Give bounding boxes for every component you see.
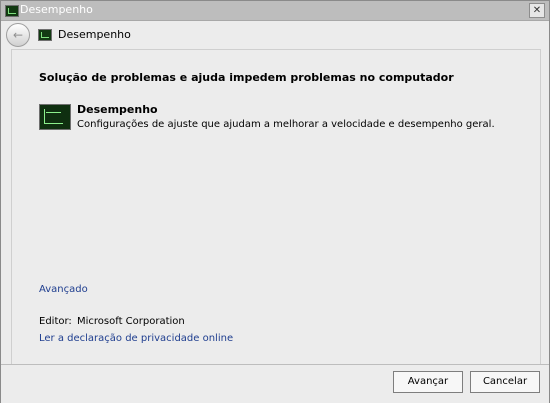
performance-icon (5, 5, 19, 17)
footer-actions: Avançar Cancelar (1, 364, 549, 403)
title-bar: Desempenho ✕ (1, 1, 549, 21)
graph-line (46, 112, 61, 113)
advanced-link[interactable]: Avançado (39, 284, 88, 295)
navigation-bar: ← Desempenho (1, 21, 549, 49)
wizard-content: Solução de problemas e ajuda impedem pro… (11, 49, 541, 365)
next-button[interactable]: Avançar (393, 371, 463, 393)
option-description: Configurações de ajuste que ajudam a mel… (77, 119, 495, 130)
performance-icon (38, 29, 52, 41)
cancel-button[interactable]: Cancelar (470, 371, 540, 393)
option-title: Desempenho (77, 103, 158, 116)
page-title: Desempenho (58, 28, 131, 41)
window-title: Desempenho (20, 3, 93, 16)
editor-label: Editor: (39, 316, 72, 327)
privacy-link[interactable]: Ler a declaração de privacidade online (39, 333, 233, 344)
editor-value: Microsoft Corporation (77, 316, 185, 327)
troubleshooting-window: Desempenho ✕ ← Desempenho Solução de pro… (0, 0, 550, 403)
back-arrow-icon[interactable]: ← (6, 23, 30, 47)
section-heading: Solução de problemas e ajuda impedem pro… (39, 71, 454, 84)
close-button[interactable]: ✕ (529, 3, 545, 18)
performance-icon (39, 104, 71, 130)
